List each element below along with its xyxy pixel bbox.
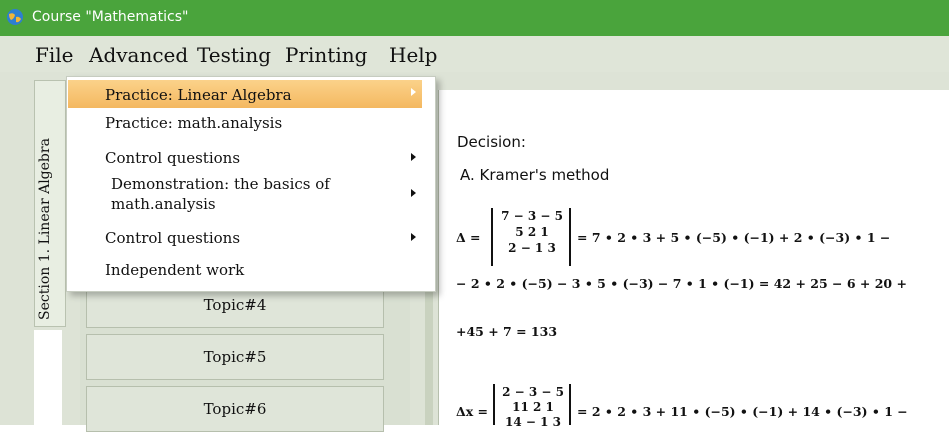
menu-testing[interactable]: Testing [197,43,271,67]
formula-line-2: − 2 • 2 • (−5) − 3 • 5 • (−3) − 7 • 1 • … [456,276,907,291]
delta-expansion: = 7 • 2 • 3 + 5 • (−5) • (−1) + 2 • (−3)… [577,230,891,245]
menu-advanced[interactable]: Advanced [89,43,188,67]
decision-label: Decision: [457,133,526,151]
menu-item-demonstration-line-2[interactable]: math.analysis [111,195,216,213]
dx-matrix-bar-right [569,384,571,425]
submenu-arrow-icon [411,233,416,241]
window-title: Course "Mathematics" [32,9,189,25]
dx-matrix-row-2: 11 2 1 [512,400,554,414]
topic-button-6[interactable]: Topic#6 [86,386,384,432]
dx-expansion: = 2 • 2 • 3 + 11 • (−5) • (−1) + 14 • (−… [577,404,908,419]
submenu-arrow-icon [411,189,416,197]
submenu-arrow-icon [411,153,416,161]
delta-matrix-row-3: 2 − 1 3 [508,241,556,255]
matrix-bar-left [491,208,493,266]
formula-line-3: +45 + 7 = 133 [456,324,558,339]
menu-printing[interactable]: Printing [285,43,367,67]
menu-help[interactable]: Help [389,43,437,67]
submenu-arrow-icon [411,88,416,96]
delta-symbol: Δ = [456,230,481,245]
tab-gap [34,330,62,425]
title-bar: Course "Mathematics" [0,0,949,36]
menu-item-practice-math-analysis[interactable]: Practice: math.analysis [105,114,282,132]
method-label: A. Kramer's method [460,166,610,184]
menu-item-independent-work[interactable]: Independent work [105,261,244,279]
delta-matrix-row-1: 7 − 3 − 5 [501,209,563,223]
menu-item-control-questions[interactable]: Control questions [105,149,240,167]
menu-item-demonstration-line-1[interactable]: Demonstration: the basics of [111,175,330,193]
menu-item-practice-linear-algebra[interactable]: Practice: Linear Algebra [105,86,292,104]
dx-matrix-row-1: 2 − 3 − 5 [502,385,564,399]
dx-symbol: Δx = [456,404,488,419]
delta-matrix-row-2: 5 2 1 [515,225,549,239]
topic-button-5[interactable]: Topic#5 [86,334,384,380]
section-tab-label: Section 1. Linear Algebra [37,138,53,320]
dx-matrix-bar-left [493,384,495,425]
menu-item-control-questions-2[interactable]: Control questions [105,229,240,247]
matrix-bar-right [569,208,571,266]
globe-icon [7,9,23,25]
menu-file[interactable]: File [35,43,74,67]
dx-matrix-row-3: 14 − 1 3 [505,415,561,429]
